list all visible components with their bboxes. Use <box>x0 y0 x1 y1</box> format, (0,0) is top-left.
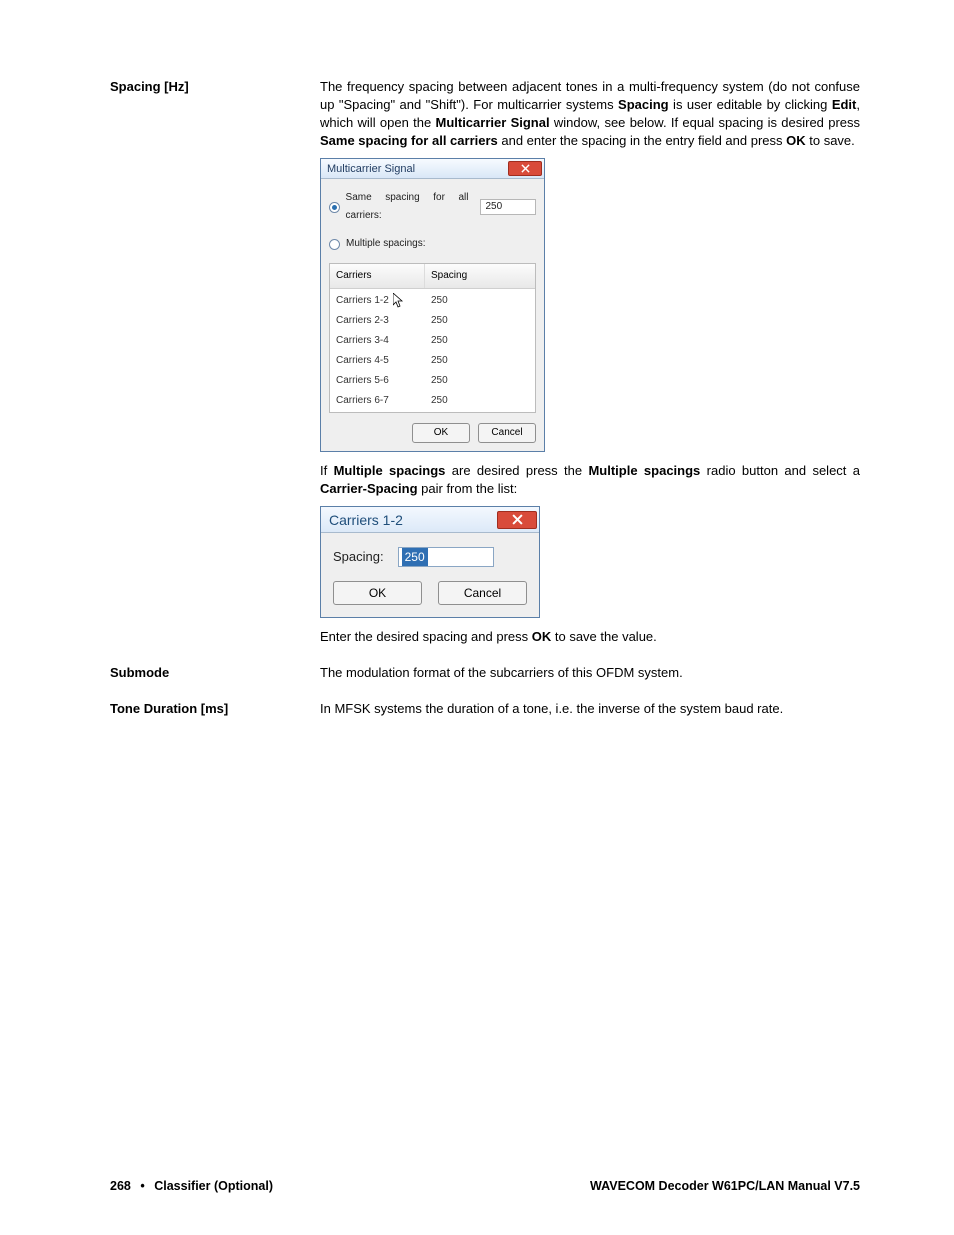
radio-label: Same spacing for all carriers: <box>346 189 469 225</box>
button-label: Cancel <box>491 424 522 442</box>
table-row[interactable]: Carriers 7-8250 <box>330 411 535 413</box>
text-bold: Multicarrier Signal <box>435 115 549 130</box>
text-bold: Multiple spacings <box>334 463 446 478</box>
submode-text: The modulation format of the subcarriers… <box>320 664 860 682</box>
text-bold: Spacing <box>618 97 669 112</box>
spacing-label: Spacing: <box>333 548 384 566</box>
table-row[interactable]: Carriers 1-2250 <box>330 291 535 311</box>
input-value-selected: 250 <box>402 548 428 566</box>
cell-spacing: 250 <box>425 411 535 413</box>
text: are desired press the <box>445 463 588 478</box>
close-icon <box>521 164 530 173</box>
close-icon <box>512 514 523 525</box>
section-label-submode: Submode <box>110 664 320 682</box>
cell-spacing: 250 <box>425 311 535 331</box>
table-row[interactable]: Carriers 4-5250 <box>330 351 535 371</box>
multiple-spacings-paragraph: If Multiple spacings are desired press t… <box>320 462 860 498</box>
table-row[interactable]: Carriers 3-4250 <box>330 331 535 351</box>
cancel-button[interactable]: Cancel <box>438 581 527 605</box>
table-row[interactable]: Carriers 6-7250 <box>330 391 535 411</box>
list-header: Carriers Spacing <box>330 264 535 289</box>
table-row[interactable]: Carriers 2-3250 <box>330 311 535 331</box>
footer-left: 268 • Classifier (Optional) <box>110 1179 273 1193</box>
cell-carriers: Carriers 6-7 <box>330 391 425 411</box>
cancel-button[interactable]: Cancel <box>478 423 536 443</box>
ok-button[interactable]: OK <box>333 581 422 605</box>
text: radio button and select a <box>700 463 860 478</box>
cell-carriers: Carriers 2-3 <box>330 311 425 331</box>
text-bold: Carrier-Spacing <box>320 481 418 496</box>
dialog-titlebar: Multicarrier Signal <box>321 159 544 179</box>
input-value: 250 <box>485 198 502 216</box>
button-label: OK <box>369 584 386 602</box>
radio-label: Multiple spacings: <box>346 235 425 253</box>
col-carriers: Carriers <box>330 264 425 288</box>
text-bold: OK <box>532 629 552 644</box>
page-footer: 268 • Classifier (Optional) WAVECOM Deco… <box>110 1179 860 1193</box>
spacing-paragraph: The frequency spacing between adjacent t… <box>320 78 860 150</box>
enter-save-paragraph: Enter the desired spacing and press OK t… <box>320 628 860 646</box>
text: pair from the list: <box>418 481 518 496</box>
text-bold: Multiple spacings <box>588 463 700 478</box>
tone-duration-text: In MFSK systems the duration of a tone, … <box>320 700 860 718</box>
col-spacing: Spacing <box>425 264 535 288</box>
text: Enter the desired spacing and press <box>320 629 532 644</box>
button-label: Cancel <box>464 584 501 602</box>
footer-right: WAVECOM Decoder W61PC/LAN Manual V7.5 <box>590 1179 860 1193</box>
dialog-titlebar: Carriers 1-2 <box>321 507 539 533</box>
cell-spacing: 250 <box>425 351 535 371</box>
close-button[interactable] <box>508 161 542 176</box>
radio-same-spacing[interactable]: Same spacing for all carriers: 250 <box>329 189 536 225</box>
dialog-title: Multicarrier Signal <box>327 160 415 178</box>
spacing-input[interactable]: 250 <box>398 547 494 567</box>
footer-section: Classifier (Optional) <box>154 1179 273 1193</box>
cell-carriers: Carriers 4-5 <box>330 351 425 371</box>
cell-spacing: 250 <box>425 371 535 391</box>
text-bold: Same spacing for all carriers <box>320 133 498 148</box>
table-row[interactable]: Carriers 5-6250 <box>330 371 535 391</box>
text: If <box>320 463 334 478</box>
radio-multiple-spacings[interactable]: Multiple spacings: <box>329 235 536 253</box>
text: to save the value. <box>551 629 657 644</box>
text: is user editable by clicking <box>669 97 832 112</box>
ok-button[interactable]: OK <box>412 423 470 443</box>
button-label: OK <box>434 424 448 442</box>
close-button[interactable] <box>497 511 537 529</box>
cell-carriers: Carriers 5-6 <box>330 371 425 391</box>
same-spacing-input[interactable]: 250 <box>480 199 536 215</box>
cell-spacing: 250 <box>425 391 535 411</box>
text-bold: Edit <box>832 97 857 112</box>
carrier-spacing-dialog: Carriers 1-2 Spacing: 250 OK Cancel <box>320 506 540 618</box>
carrier-spacing-list[interactable]: Carriers Spacing Carriers 1-2250Carriers… <box>329 263 536 413</box>
text: to save. <box>806 133 855 148</box>
cell-carriers: Carriers 7-8 <box>330 411 425 413</box>
text: and enter the spacing in the entry field… <box>498 133 786 148</box>
section-label-tone-duration: Tone Duration [ms] <box>110 700 320 718</box>
cell-carriers: Carriers 1-2 <box>330 291 425 311</box>
multicarrier-signal-dialog: Multicarrier Signal Same spacing for all… <box>320 158 545 452</box>
text: window, see below. If equal spacing is d… <box>550 115 860 130</box>
cell-spacing: 250 <box>425 291 535 311</box>
cell-spacing: 250 <box>425 331 535 351</box>
dialog-title: Carriers 1-2 <box>329 511 403 529</box>
radio-icon <box>329 239 340 250</box>
cell-carriers: Carriers 3-4 <box>330 331 425 351</box>
footer-separator: • <box>134 1179 150 1193</box>
text-bold: OK <box>786 133 806 148</box>
page-number: 268 <box>110 1179 131 1193</box>
section-label-spacing: Spacing [Hz] <box>110 78 320 96</box>
radio-icon <box>329 202 340 213</box>
